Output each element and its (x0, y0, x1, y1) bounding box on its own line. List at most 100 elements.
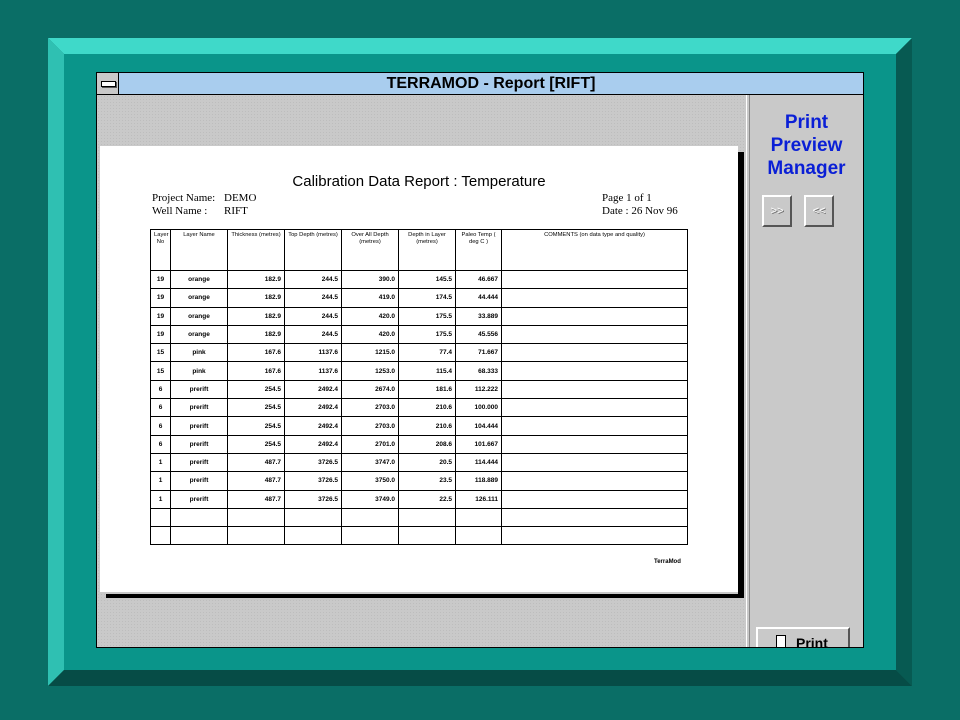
system-menu-icon[interactable] (97, 73, 119, 94)
table-cell: 244.5 (284, 269, 342, 290)
table-cell: 118.889 (455, 471, 502, 491)
table-cell: 6 (150, 416, 171, 436)
table-cell (398, 526, 456, 546)
table-row: 1 prerift 487.7 3726.5 3749.0 22.5 126.111 (150, 489, 688, 509)
table-row: 1 prerift 487.7 3726.5 3747.0 20.5 114.444 (150, 452, 688, 473)
table-cell: 2492.4 (284, 379, 342, 400)
table-cell: orange (170, 288, 228, 308)
table-cell: 33.889 (455, 306, 502, 326)
column-header: Top Depth (metres) (284, 229, 342, 271)
page-shadow-bottom (106, 594, 740, 598)
table-header-row: Layer No Layer Name Thickness (metres) Top … (150, 229, 688, 271)
table-cell: prerift (170, 452, 228, 473)
table-cell: 2492.4 (284, 416, 342, 436)
table-cell: 390.0 (341, 269, 399, 290)
table-cell: 100.000 (455, 398, 502, 418)
table-cell: 44.444 (455, 288, 502, 308)
table-row: 6 prerift 254.5 2492.4 2674.0 181.6 112.222 (150, 379, 688, 400)
table-cell: 167.6 (227, 361, 285, 381)
table-cell: prerift (170, 416, 228, 436)
table-cell: 2701.0 (341, 434, 399, 454)
table-row: 15 pink 167.6 1137.6 1253.0 115.4 68.333 (150, 361, 688, 381)
page-number: Page 1 of 1 (602, 192, 652, 204)
table-cell: 19 (150, 324, 171, 345)
table-cell: 2703.0 (341, 398, 399, 418)
column-header: Thickness (metres) (227, 229, 285, 271)
table-cell (501, 269, 688, 290)
table-cell (170, 507, 228, 528)
table-cell: 420.0 (341, 306, 399, 326)
table-cell (501, 398, 688, 418)
table-cell (501, 434, 688, 454)
table-cell (398, 507, 456, 528)
table-cell: 1 (150, 489, 171, 509)
table-cell: prerift (170, 489, 228, 509)
table-cell (455, 526, 502, 546)
table-cell: pink (170, 361, 228, 381)
table-cell: pink (170, 343, 228, 363)
previous-page-button[interactable]: << (804, 195, 834, 227)
well-label: Well Name : (152, 205, 208, 217)
print-button[interactable]: Print (756, 627, 850, 647)
table-cell: 3726.5 (284, 452, 342, 473)
table-cell (227, 507, 285, 528)
table-cell (501, 507, 688, 528)
table-cell: 22.5 (398, 489, 456, 509)
table-cell: 115.4 (398, 361, 456, 381)
project-label: Project Name: (152, 192, 216, 204)
table-cell (284, 526, 342, 546)
table-cell: 1215.0 (341, 343, 399, 363)
table-cell: 244.5 (284, 324, 342, 345)
table-cell: orange (170, 306, 228, 326)
calibration-table: Layer No Layer Name Thickness (metres) Top … (150, 229, 688, 546)
table-cell: prerift (170, 471, 228, 491)
title-bar[interactable]: TERRAMOD - Report [RIFT] (97, 73, 863, 95)
table-cell (455, 507, 502, 528)
slide-frame-top (48, 38, 912, 54)
table-cell: 1 (150, 471, 171, 491)
table-cell (501, 416, 688, 436)
panel-title: Print Preview Manager (767, 112, 846, 179)
table-cell: 3747.0 (341, 452, 399, 473)
table-row: 6 prerift 254.5 2492.4 2703.0 210.6 104.444 (150, 416, 688, 436)
table-cell: 112.222 (455, 379, 502, 400)
table-cell: 6 (150, 434, 171, 454)
table-cell: 1137.6 (284, 343, 342, 363)
blank-table-row (150, 526, 688, 546)
table-cell: 71.667 (455, 343, 502, 363)
table-cell: 254.5 (227, 434, 285, 454)
table-cell: 487.7 (227, 489, 285, 509)
table-row: 19 orange 182.9 244.5 419.0 174.5 44.444 (150, 288, 688, 308)
table-cell: orange (170, 324, 228, 345)
next-page-button[interactable]: >> (762, 195, 792, 227)
column-header: Paleo Temp ( deg C ) (455, 229, 502, 271)
slide-frame-bottom (48, 670, 912, 686)
table-cell (284, 507, 342, 528)
column-header: Depth in Layer (metres) (398, 229, 456, 271)
table-cell: 419.0 (341, 288, 399, 308)
column-header: Over All Depth (metres) (341, 229, 399, 271)
table-row: 15 pink 167.6 1137.6 1215.0 77.4 71.667 (150, 343, 688, 363)
table-row: 6 prerift 254.5 2492.4 2703.0 210.6 100.000 (150, 398, 688, 418)
table-cell: 1253.0 (341, 361, 399, 381)
table-cell: 175.5 (398, 306, 456, 326)
table-cell: 174.5 (398, 288, 456, 308)
table-cell: 101.667 (455, 434, 502, 454)
table-cell: orange (170, 269, 228, 290)
table-cell: 114.444 (455, 452, 502, 473)
table-cell: 68.333 (455, 361, 502, 381)
table-cell: 3750.0 (341, 471, 399, 491)
table-cell (501, 452, 688, 473)
table-cell: 3726.5 (284, 489, 342, 509)
table-cell (341, 526, 399, 546)
printer-page-icon (776, 635, 786, 647)
table-cell: 1 (150, 452, 171, 473)
table-cell: 487.7 (227, 471, 285, 491)
report-date: Date : 26 Nov 96 (602, 205, 678, 217)
column-header: COMMENTS (on data type and quality) (501, 229, 688, 271)
table-cell (170, 526, 228, 546)
blank-table-row (150, 507, 688, 528)
table-cell: 45.556 (455, 324, 502, 345)
table-cell: 20.5 (398, 452, 456, 473)
table-cell (501, 489, 688, 509)
